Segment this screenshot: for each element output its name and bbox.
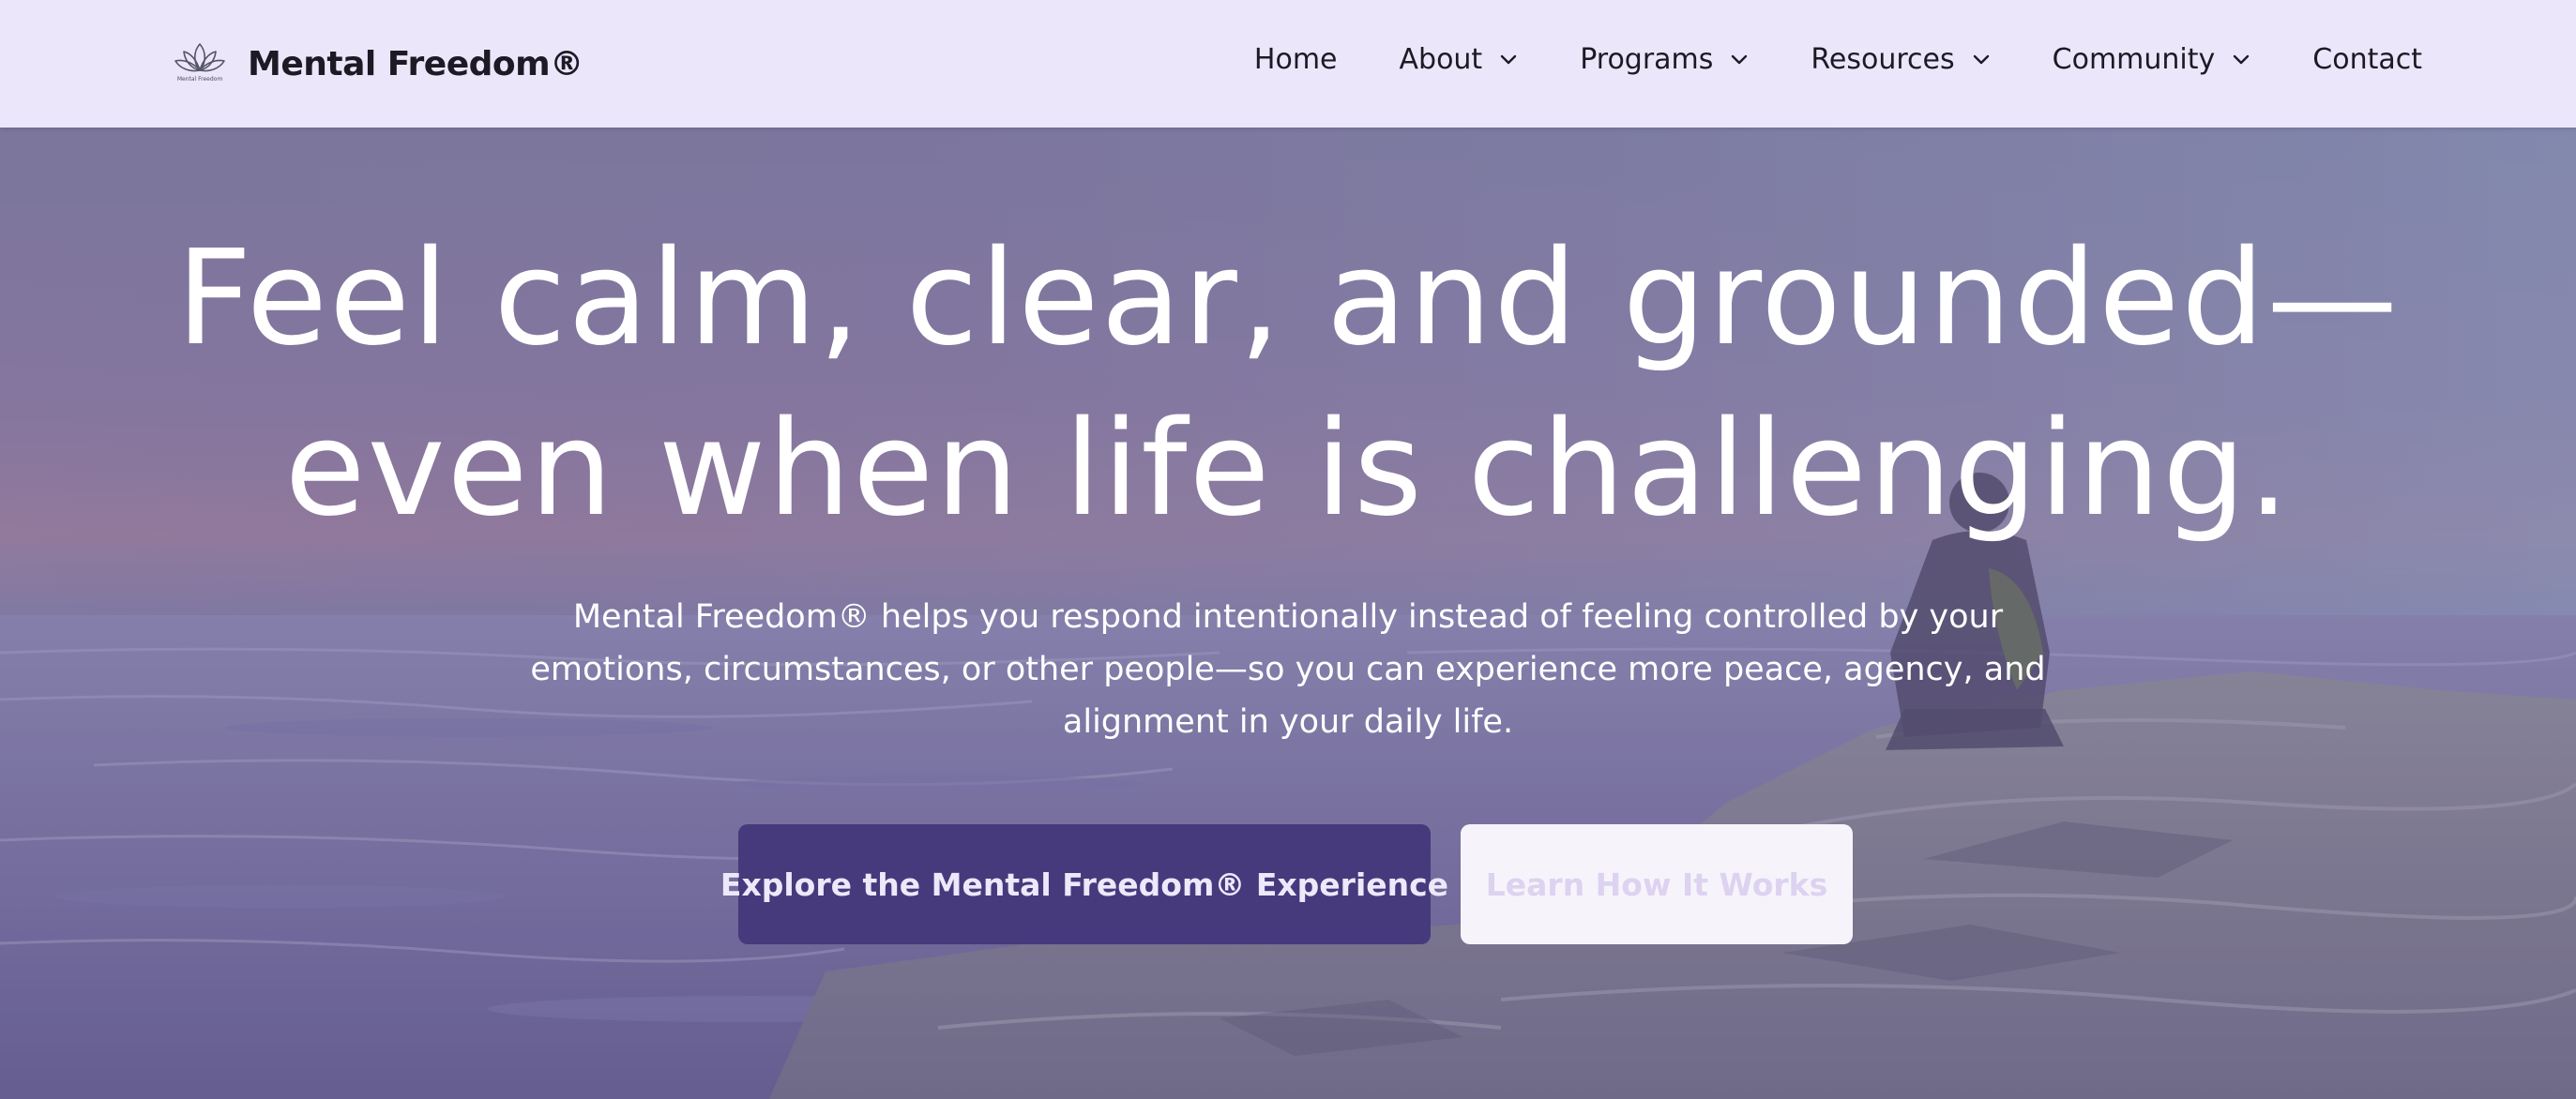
nav-item-label: Contact — [2312, 42, 2422, 76]
nav-item-label: Programs — [1580, 42, 1714, 76]
explore-experience-button[interactable]: Explore the Mental Freedom® Experience — [720, 824, 1448, 944]
nav-item-label: About — [1399, 42, 1483, 76]
hero-subtitle: Mental Freedom® helps you respond intent… — [530, 598, 2046, 741]
nav-item-home[interactable]: Home — [1254, 43, 1338, 76]
lotus-icon: Mental Freedom — [173, 40, 227, 87]
brand-home-link[interactable]: Mental Freedom Mental Freedom® — [173, 36, 583, 92]
chevron-down-icon — [2234, 54, 2250, 65]
chevron-down-icon — [1732, 54, 1748, 65]
nav-item-programs[interactable]: Programs — [1580, 43, 1749, 76]
chevron-down-icon — [1501, 54, 1517, 65]
nav-item-resources[interactable]: Resources — [1811, 43, 1990, 76]
hero-title-line-1: Feel calm, clear, and grounded— — [175, 222, 2401, 375]
nav-item-contact[interactable]: Contact — [2312, 43, 2422, 76]
learn-how-it-works-button[interactable]: Learn How It Works — [1461, 824, 1853, 944]
logo-caption: Mental Freedom — [176, 76, 223, 83]
main-nav: Home About Programs Resources Community … — [1254, 36, 2422, 83]
nav-item-label: Home — [1253, 42, 1338, 76]
hero-title: Feel calm, clear, and grounded— even whe… — [0, 214, 2576, 555]
nav-item-label: Resources — [1811, 42, 1955, 76]
brand-name: Mental Freedom® — [248, 44, 583, 83]
site-header: Mental Freedom Mental Freedom® Home Abou… — [0, 0, 2576, 128]
hero-title-line-2: even when life is challenging. — [284, 393, 2292, 546]
nav-item-about[interactable]: About — [1400, 43, 1519, 76]
chevron-down-icon — [1973, 54, 1989, 65]
nav-item-community[interactable]: Community — [2053, 43, 2251, 76]
nav-item-label: Community — [2052, 42, 2216, 76]
hero-section: Feel calm, clear, and grounded— even whe… — [0, 128, 2576, 1099]
